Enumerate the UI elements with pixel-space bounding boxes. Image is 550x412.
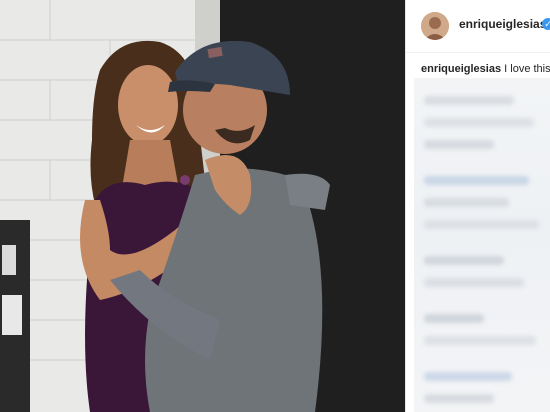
blurred-line bbox=[424, 198, 509, 207]
photo-illustration bbox=[0, 0, 405, 412]
blurred-line bbox=[424, 278, 524, 287]
username-link[interactable]: enriqueiglesias bbox=[459, 17, 546, 31]
blurred-line bbox=[424, 314, 484, 323]
avatar-image bbox=[421, 12, 449, 40]
post-caption: enriqueiglesias I love this phot bbox=[421, 63, 550, 75]
blurred-line bbox=[424, 256, 504, 265]
blurred-line bbox=[424, 220, 539, 229]
blurred-background bbox=[414, 78, 550, 412]
blurred-line bbox=[424, 394, 494, 403]
blurred-line bbox=[424, 336, 536, 345]
avatar[interactable] bbox=[421, 12, 449, 40]
post-side-panel: enriqueiglesias ✓ enriqueiglesias I love… bbox=[405, 0, 550, 412]
caption-text: I love this phot bbox=[504, 63, 550, 75]
blurred-line bbox=[424, 96, 514, 105]
blurred-line bbox=[424, 176, 529, 185]
blurred-line bbox=[424, 372, 512, 381]
post-header: enriqueiglesias ✓ bbox=[406, 0, 550, 53]
blurred-comments-area bbox=[414, 78, 550, 412]
instagram-post-view: enriqueiglesias ✓ enriqueiglesias I love… bbox=[0, 0, 550, 412]
blurred-line bbox=[424, 118, 534, 127]
blurred-line bbox=[424, 140, 494, 149]
post-photo[interactable] bbox=[0, 0, 405, 412]
verified-badge-icon: ✓ bbox=[542, 18, 550, 30]
caption-username-link[interactable]: enriqueiglesias bbox=[421, 63, 501, 75]
